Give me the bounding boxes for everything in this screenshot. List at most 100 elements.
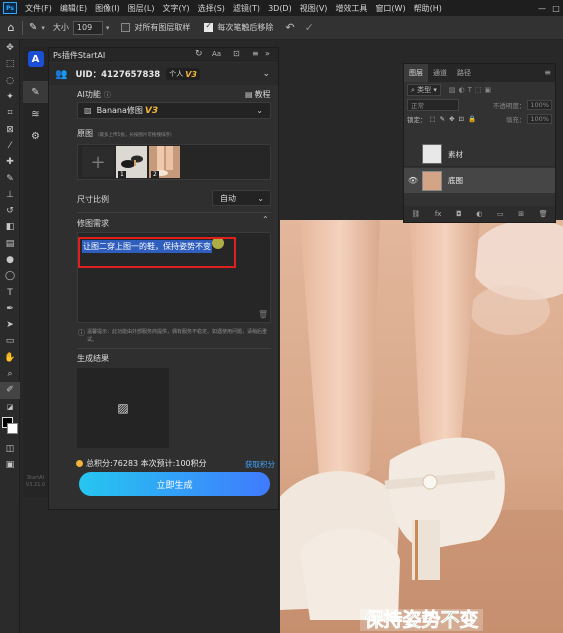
sample-all-layers-checkbox[interactable] bbox=[121, 23, 131, 32]
settings-tab-icon[interactable]: ⚙ bbox=[23, 125, 48, 147]
account-chevron-icon[interactable]: ⌄ bbox=[262, 69, 270, 79]
panel-collapse-icon[interactable]: » bbox=[265, 49, 270, 58]
ratio-label: 尺寸比例 bbox=[77, 195, 109, 204]
move-tool-icon[interactable]: ✥ bbox=[0, 40, 20, 56]
opacity-input[interactable]: 100% bbox=[527, 100, 552, 110]
opacity-label: 不透明度： bbox=[492, 102, 526, 110]
screen-mode-icon[interactable]: ▣ bbox=[0, 457, 20, 473]
menu-window[interactable]: 窗口(W) bbox=[371, 3, 409, 14]
blend-mode-select[interactable]: 正常 bbox=[407, 99, 459, 111]
path-selection-tool-icon[interactable]: ➤ bbox=[0, 317, 20, 333]
menu-type[interactable]: 文字(Y) bbox=[158, 3, 193, 14]
users-icon: 👥 bbox=[55, 68, 68, 80]
size-dropdown-icon[interactable]: ▾ bbox=[106, 24, 110, 32]
tab-paths[interactable]: 路径 bbox=[452, 64, 476, 82]
menu-help[interactable]: 帮助(H) bbox=[410, 3, 446, 14]
eyedropper-tool-icon[interactable]: ⁄ bbox=[0, 138, 20, 154]
original-thumb-1[interactable]: 1 bbox=[116, 146, 147, 178]
kind-filter-select[interactable]: ⌕ 类型 ▾ bbox=[407, 84, 441, 96]
lock-icons[interactable]: ⬚✎✥⊡🔒 bbox=[430, 115, 481, 123]
rectangle-tool-icon[interactable]: ▭ bbox=[0, 333, 20, 349]
gradient-tool-icon[interactable]: ▤ bbox=[0, 236, 20, 252]
delete-layer-icon[interactable]: 🗑 bbox=[539, 210, 548, 218]
menu-file[interactable]: 文件(F) bbox=[21, 3, 56, 14]
add-mask-icon[interactable]: ◘ bbox=[456, 210, 462, 218]
brush-tool-icon[interactable]: ✎ bbox=[0, 170, 20, 186]
info-icon[interactable]: ⓘ bbox=[104, 91, 111, 99]
minimize-icon[interactable]: — bbox=[535, 0, 549, 16]
refresh-icon[interactable]: ↻ bbox=[195, 49, 203, 59]
add-image-button[interactable]: + bbox=[82, 147, 114, 177]
link-layers-icon[interactable]: ⛓ bbox=[411, 210, 420, 218]
clone-stamp-tool-icon[interactable]: ⊥ bbox=[0, 187, 20, 203]
undo-icon[interactable]: ↶ bbox=[285, 21, 294, 34]
font-size-icon[interactable]: Aa bbox=[212, 50, 221, 58]
history-brush-tool-icon[interactable]: ↺ bbox=[0, 203, 20, 219]
menu-edit[interactable]: 编辑(E) bbox=[56, 3, 91, 14]
quick-select-tool-icon[interactable]: ✦ bbox=[0, 89, 20, 105]
zoom-tool-icon[interactable]: ⌕ bbox=[0, 366, 20, 382]
quick-mask-icon[interactable]: ◫ bbox=[0, 441, 20, 457]
result-label: 生成结果 bbox=[77, 354, 109, 363]
tab-layers[interactable]: 图层 bbox=[404, 64, 428, 82]
lock-row: 锁定： ⬚✎✥⊡🔒 填充： 100% bbox=[404, 112, 555, 126]
trash-icon[interactable]: 🗑 bbox=[258, 310, 268, 319]
hand-tool-icon[interactable]: ✋ bbox=[0, 350, 20, 366]
menu-select[interactable]: 选择(S) bbox=[194, 3, 229, 14]
healing-brush-tool-icon[interactable]: ✚ bbox=[0, 154, 20, 170]
filter-icons[interactable]: ▨◐T⬚▣ bbox=[449, 86, 494, 94]
background-color-swatch[interactable] bbox=[7, 422, 18, 434]
frame-tool-icon[interactable]: ⊠ bbox=[0, 121, 20, 137]
new-layer-icon[interactable]: ⊞ bbox=[518, 210, 524, 218]
menu-layer[interactable]: 图层(L) bbox=[124, 3, 159, 14]
edit-tab-icon[interactable]: ✎ bbox=[23, 81, 48, 103]
commit-check-icon[interactable]: ✓ bbox=[305, 21, 314, 34]
marquee-tool-icon[interactable]: ⬚ bbox=[0, 56, 20, 72]
eye-icon[interactable]: 👁 bbox=[404, 176, 422, 185]
menu-3d[interactable]: 3D(D) bbox=[264, 4, 296, 13]
layers-menu-icon[interactable]: ≡ bbox=[544, 64, 555, 82]
pen-tool-icon[interactable]: ✒ bbox=[0, 301, 20, 317]
prompt-collapse-icon[interactable]: ⌃ bbox=[262, 215, 269, 224]
home-icon[interactable]: ⌂ bbox=[0, 21, 22, 34]
tutorial-link[interactable]: ▤ 教程 bbox=[245, 89, 271, 100]
layer-row[interactable]: 👁 底图 bbox=[404, 168, 555, 193]
eraser-tool-icon[interactable]: ◧ bbox=[0, 219, 20, 235]
size-input[interactable]: 109 bbox=[72, 20, 103, 35]
adjustment-layer-icon[interactable]: ◐ bbox=[476, 210, 482, 218]
type-tool-icon[interactable]: T bbox=[0, 284, 20, 300]
remove-tool-icon[interactable]: ✐ bbox=[0, 382, 20, 399]
new-group-icon[interactable]: ▭ bbox=[497, 210, 504, 218]
menu-image[interactable]: 图像(I) bbox=[91, 3, 124, 14]
pin-icon[interactable]: ⊡ bbox=[233, 49, 240, 58]
blur-tool-icon[interactable]: ● bbox=[0, 252, 20, 268]
layers-tab-icon[interactable]: ≋ bbox=[23, 103, 48, 125]
panel-menu-icon[interactable]: ≡ bbox=[252, 49, 259, 58]
image-placeholder-icon: ▨ bbox=[117, 401, 129, 415]
account-type-label: 个人 bbox=[169, 70, 184, 78]
shoe-photo-image bbox=[280, 220, 563, 633]
ai-function-value: Banana修图 bbox=[96, 106, 143, 115]
tab-channels[interactable]: 通道 bbox=[428, 64, 452, 82]
dodge-tool-icon[interactable]: ◯ bbox=[0, 268, 20, 284]
ai-function-select[interactable]: ▨ Banana修图 V3 ⌄ bbox=[77, 102, 271, 119]
fx-icon[interactable]: fx bbox=[435, 210, 442, 218]
menu-view[interactable]: 视图(V) bbox=[296, 3, 332, 14]
get-points-link[interactable]: 获取积分 bbox=[245, 459, 275, 470]
photoshop-logo: Ps bbox=[3, 2, 17, 14]
tool-preset-dropdown-icon[interactable]: ▾ bbox=[41, 24, 45, 32]
document-canvas[interactable]: 保持姿势不变 bbox=[280, 220, 563, 633]
menu-filter[interactable]: 滤镜(T) bbox=[229, 3, 264, 14]
fill-input[interactable]: 100% bbox=[527, 114, 552, 124]
menu-plugins[interactable]: 增效工具 bbox=[331, 3, 371, 14]
spot-healing-tool-icon[interactable]: ✎ bbox=[29, 22, 37, 33]
default-colors-icon[interactable]: ◪ bbox=[0, 399, 20, 415]
generate-button[interactable]: 立即生成 bbox=[79, 472, 270, 496]
crop-tool-icon[interactable]: ⌗ bbox=[0, 105, 20, 121]
lasso-tool-icon[interactable]: ◌ bbox=[0, 73, 20, 89]
maximize-icon[interactable]: □ bbox=[549, 0, 563, 16]
layer-row[interactable]: 素材 bbox=[404, 142, 555, 167]
remove-after-stroke-checkbox[interactable] bbox=[204, 21, 214, 32]
ratio-select[interactable]: 自动 ⌄ bbox=[212, 190, 271, 206]
original-thumb-2[interactable]: 2 bbox=[149, 146, 180, 178]
